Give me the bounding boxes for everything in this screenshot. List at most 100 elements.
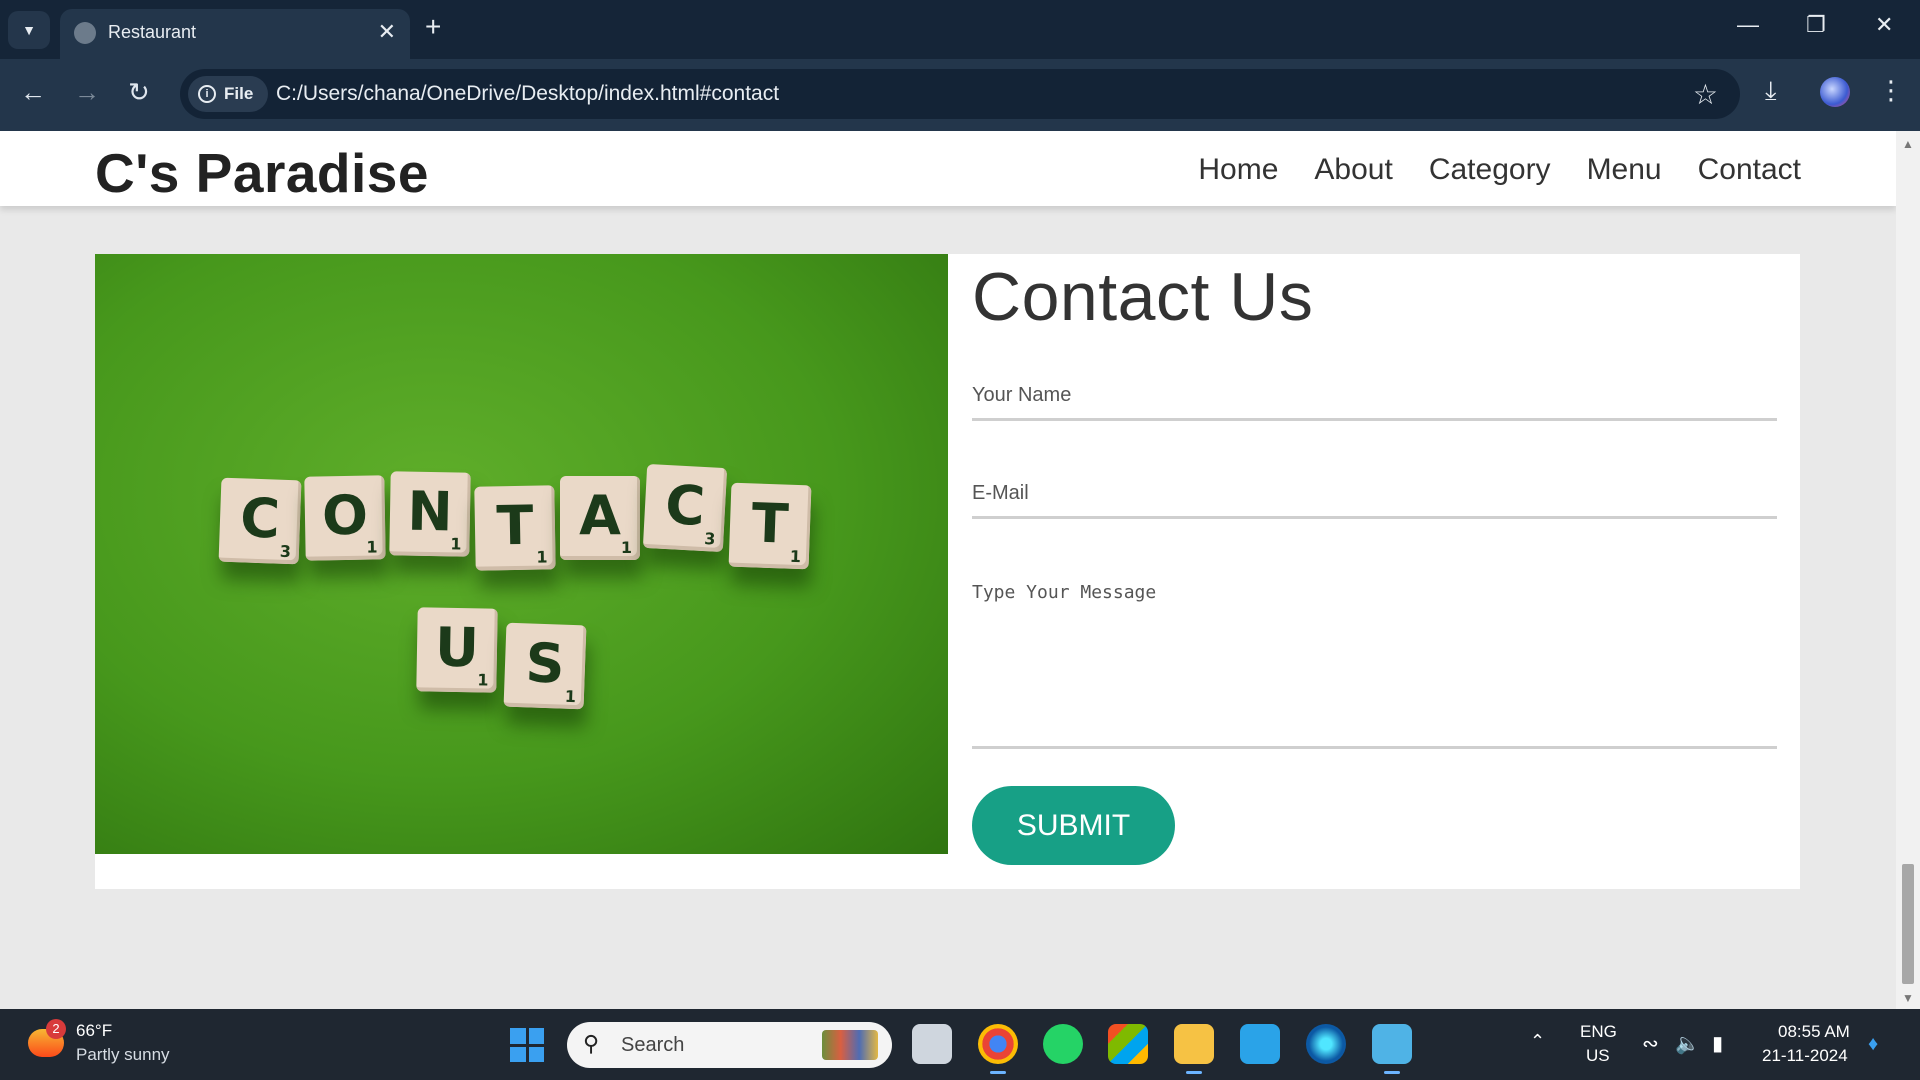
site-info-chip[interactable]: i File xyxy=(188,76,268,112)
browser-tab[interactable]: Restaurant ✕ xyxy=(60,9,410,59)
contact-form: Contact Us Your Name E-Mail Type Your Me… xyxy=(972,254,1777,865)
task-view-icon[interactable] xyxy=(912,1024,952,1064)
url-text[interactable]: C:/Users/chana/OneDrive/Desktop/index.ht… xyxy=(276,82,779,106)
taskbar-search-label: Search xyxy=(621,1034,685,1056)
scrabble-tile: T1 xyxy=(728,482,812,570)
tile-letter: C xyxy=(663,473,707,538)
clock-time[interactable]: 08:55 AM xyxy=(1778,1022,1850,1042)
email-placeholder: E-Mail xyxy=(972,482,1029,504)
search-highlight-icon xyxy=(822,1030,878,1060)
site-header: C's Paradise Home About Category Menu Co… xyxy=(0,131,1896,206)
tile-letter: N xyxy=(406,479,454,544)
more-menu-icon[interactable]: ⋮ xyxy=(1878,75,1904,106)
battery-icon[interactable]: ▮ xyxy=(1712,1031,1723,1056)
submit-button[interactable]: SUBMIT xyxy=(972,786,1175,865)
contact-section: C3 O1 N1 T1 A1 C3 T1 U1 S1 Contact Us Yo… xyxy=(95,254,1800,889)
minimize-icon[interactable]: — xyxy=(1737,12,1759,38)
forward-arrow-icon[interactable]: → xyxy=(74,77,100,107)
region-indicator[interactable]: US xyxy=(1586,1046,1610,1066)
tile-score: 3 xyxy=(703,529,716,549)
tile-letter: A xyxy=(579,484,621,547)
tile-score: 1 xyxy=(450,534,462,554)
weather-notification-badge: 2 xyxy=(46,1019,66,1039)
windows-taskbar: 2 66°F Partly sunny ⚲ Search ⌃ ENG US ∾ … xyxy=(0,1009,1920,1080)
windows-start-icon[interactable] xyxy=(510,1028,544,1062)
chrome-icon[interactable] xyxy=(978,1024,1018,1074)
browser-tab-bar: ▼ Restaurant ✕ + — ❐ ✕ xyxy=(0,0,1920,59)
nav-link-contact[interactable]: Contact xyxy=(1698,153,1801,187)
file-explorer-icon[interactable] xyxy=(1174,1024,1214,1074)
scrabble-tile: N1 xyxy=(389,471,471,557)
browser-toolbar: ← → ↻ i File C:/Users/chana/OneDrive/Des… xyxy=(0,59,1920,131)
weather-condition[interactable]: Partly sunny xyxy=(76,1045,170,1065)
email-field[interactable]: E-Mail xyxy=(972,482,1777,519)
tile-score: 1 xyxy=(477,670,489,690)
volume-icon[interactable]: 🔈 xyxy=(1675,1031,1700,1056)
scrabble-tile: O1 xyxy=(304,475,386,561)
scrabble-tile: U1 xyxy=(416,607,498,693)
close-tab-icon[interactable]: ✕ xyxy=(378,19,396,45)
info-icon: i xyxy=(198,85,216,103)
scrabble-tile: C3 xyxy=(642,463,728,553)
globe-icon xyxy=(74,22,96,44)
download-icon[interactable]: ⤓ xyxy=(1765,75,1777,107)
language-indicator[interactable]: ENG xyxy=(1580,1022,1617,1042)
tile-letter: S xyxy=(524,631,566,696)
show-hidden-icons-chevron-icon[interactable]: ⌃ xyxy=(1530,1031,1545,1052)
nav-link-about[interactable]: About xyxy=(1314,153,1392,187)
remote-desktop-icon[interactable] xyxy=(1240,1024,1280,1064)
site-info-label: File xyxy=(224,84,254,103)
notification-bell-icon[interactable]: ♦ xyxy=(1868,1033,1878,1056)
notepad-icon[interactable] xyxy=(1372,1024,1412,1074)
message-placeholder: Type Your Message xyxy=(972,582,1157,603)
tile-letter: U xyxy=(434,615,480,680)
tile-letter: T xyxy=(495,493,534,558)
message-field[interactable]: Type Your Message xyxy=(972,582,1777,749)
page-scrollbar[interactable]: ▲ ▼ xyxy=(1896,131,1920,1009)
reload-icon[interactable]: ↻ xyxy=(128,77,150,107)
scroll-up-arrow-icon[interactable]: ▲ xyxy=(1902,137,1914,151)
search-icon: ⚲ xyxy=(583,1031,600,1056)
nav-link-category[interactable]: Category xyxy=(1429,153,1551,187)
edge-icon[interactable] xyxy=(1306,1024,1346,1064)
tab-title: Restaurant xyxy=(108,22,197,42)
clock-date[interactable]: 21-11-2024 xyxy=(1762,1046,1848,1066)
scrabble-tile: A1 xyxy=(560,476,640,560)
nav-link-home[interactable]: Home xyxy=(1198,153,1278,187)
bookmark-star-icon[interactable]: ☆ xyxy=(1693,78,1718,111)
scrabble-tile: T1 xyxy=(474,485,556,571)
restore-icon[interactable]: ❐ xyxy=(1806,12,1826,38)
main-nav: Home About Category Menu Contact xyxy=(1198,153,1801,187)
scrabble-tile: C3 xyxy=(218,477,302,565)
whatsapp-icon[interactable] xyxy=(1043,1024,1083,1064)
tile-score: 1 xyxy=(564,686,577,707)
tile-letter: O xyxy=(321,483,369,548)
new-tab-button[interactable]: + xyxy=(425,12,441,42)
microsoft-store-icon[interactable] xyxy=(1108,1024,1148,1064)
contact-heading: Contact Us xyxy=(972,259,1314,335)
wifi-icon[interactable]: ∾ xyxy=(1642,1031,1659,1056)
tile-score: 1 xyxy=(366,537,378,557)
tile-score: 1 xyxy=(620,538,632,557)
scrollbar-thumb[interactable] xyxy=(1902,864,1914,984)
site-logo[interactable]: C's Paradise xyxy=(95,141,429,205)
page-viewport: C's Paradise Home About Category Menu Co… xyxy=(0,131,1896,1009)
scroll-down-arrow-icon[interactable]: ▼ xyxy=(1902,991,1914,1005)
profile-avatar[interactable] xyxy=(1820,77,1850,107)
tile-score: 1 xyxy=(789,546,802,567)
contact-us-image: C3 O1 N1 T1 A1 C3 T1 U1 S1 xyxy=(95,254,948,854)
taskbar-search[interactable]: ⚲ Search xyxy=(567,1022,892,1068)
scrabble-tile: S1 xyxy=(503,622,587,710)
chevron-down-icon: ▼ xyxy=(22,22,36,38)
name-field[interactable]: Your Name xyxy=(972,384,1777,421)
name-placeholder: Your Name xyxy=(972,384,1072,406)
tab-search-button[interactable]: ▼ xyxy=(8,11,50,49)
close-window-icon[interactable]: ✕ xyxy=(1875,12,1893,38)
tile-score: 3 xyxy=(279,541,292,562)
back-arrow-icon[interactable]: ← xyxy=(20,77,46,107)
weather-temperature[interactable]: 66°F xyxy=(76,1021,112,1041)
address-bar[interactable]: i File C:/Users/chana/OneDrive/Desktop/i… xyxy=(180,69,1740,119)
tile-letter: T xyxy=(750,491,790,556)
nav-link-menu[interactable]: Menu xyxy=(1587,153,1662,187)
tile-score: 1 xyxy=(536,547,548,567)
